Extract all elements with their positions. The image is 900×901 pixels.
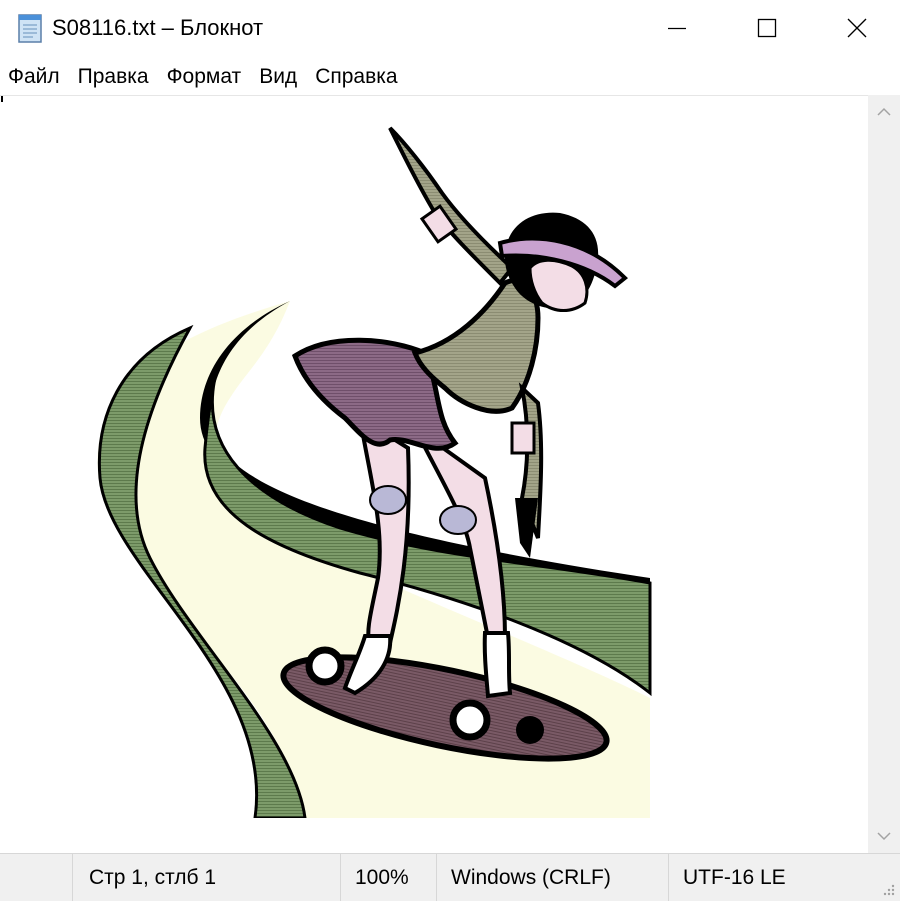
menu-view[interactable]: Вид (250, 61, 306, 93)
menu-bar: Файл Правка Формат Вид Справка (0, 60, 900, 94)
skateboarder-illustration (97, 126, 652, 818)
text-caret (1, 96, 3, 102)
minimize-button[interactable] (632, 0, 722, 56)
resize-grip-icon[interactable] (880, 881, 896, 897)
scroll-down-button[interactable] (868, 819, 900, 853)
window-title: S08116.txt – Блокнот (52, 15, 264, 40)
close-icon (847, 18, 867, 38)
scroll-down-icon (877, 832, 891, 841)
title-bar: S08116.txt – Блокнот (0, 0, 900, 56)
minimize-icon (668, 27, 686, 30)
maximize-icon (757, 18, 777, 38)
scroll-up-button[interactable] (868, 95, 900, 129)
encoding: UTF-16 LE (668, 854, 868, 901)
scroll-up-icon (877, 107, 891, 116)
maximize-button[interactable] (722, 0, 812, 56)
zoom-level: 100% (340, 854, 436, 901)
menu-file[interactable]: Файл (0, 61, 69, 93)
menu-help[interactable]: Справка (306, 61, 406, 93)
notepad-icon (18, 14, 42, 43)
status-bar: Стр 1, стлб 1 100% Windows (CRLF) UTF-16… (0, 853, 900, 901)
line-endings: Windows (CRLF) (436, 854, 668, 901)
cursor-position: Стр 1, стлб 1 (72, 854, 340, 901)
menu-format[interactable]: Формат (158, 61, 251, 93)
menu-edit[interactable]: Правка (69, 61, 158, 93)
close-button[interactable] (812, 0, 900, 56)
vertical-scrollbar[interactable] (868, 95, 900, 853)
